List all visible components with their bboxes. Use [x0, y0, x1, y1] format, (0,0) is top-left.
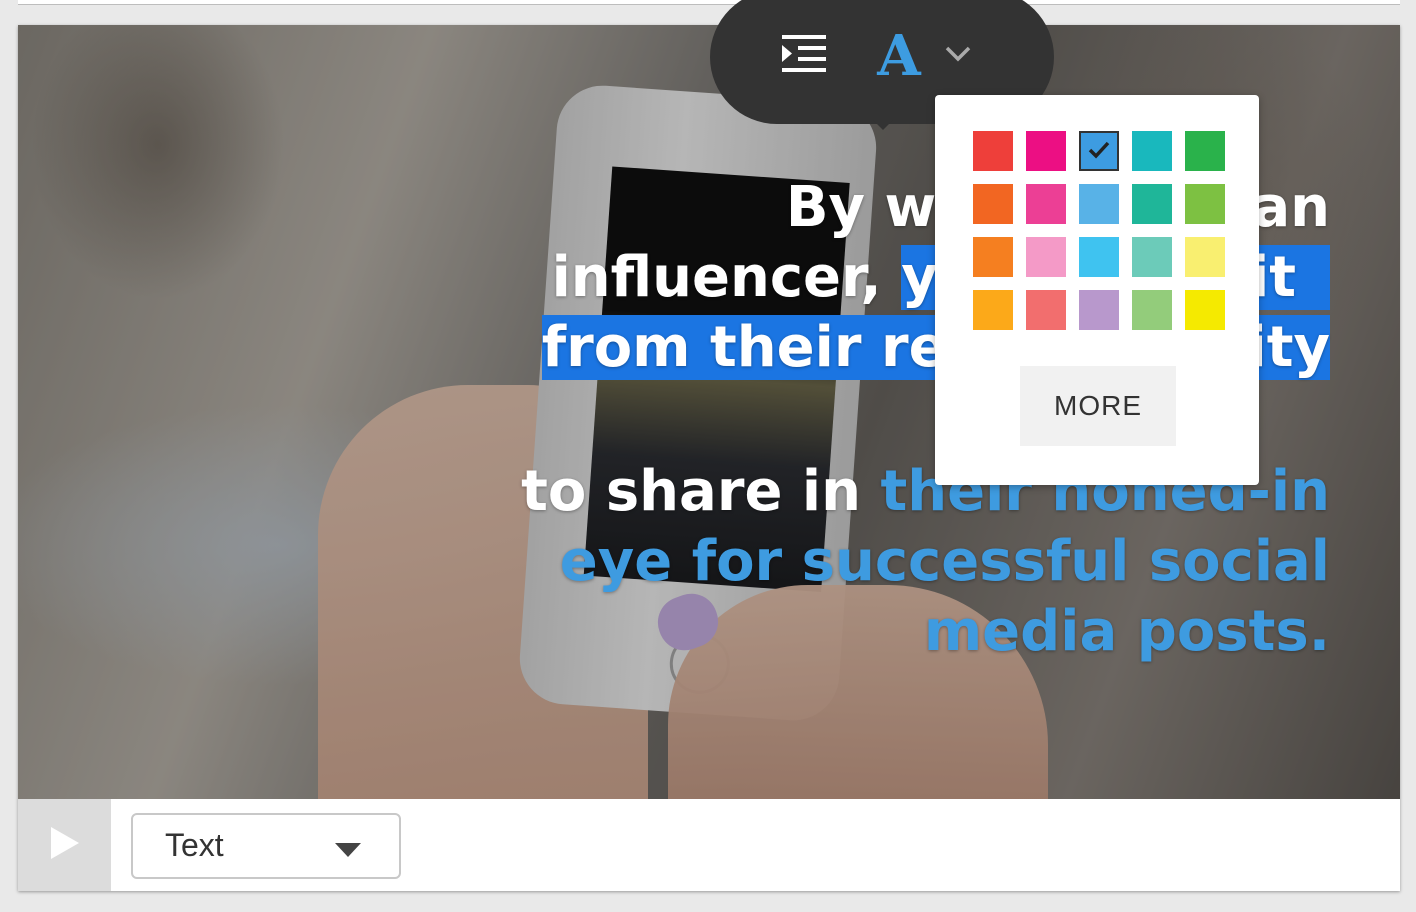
color-swatch[interactable] — [1079, 184, 1119, 224]
color-swatch[interactable] — [973, 184, 1013, 224]
color-swatch[interactable] — [1079, 131, 1119, 171]
element-type-value: Text — [165, 827, 224, 863]
indent-button[interactable] — [778, 28, 830, 84]
color-swatch[interactable] — [1026, 237, 1066, 277]
toolbar-pointer — [873, 120, 893, 130]
caption-line-5: eye for successful social — [559, 529, 1330, 594]
bottom-bar: Text — [18, 799, 1400, 891]
color-swatch[interactable] — [1132, 131, 1172, 171]
color-swatch-grid — [973, 131, 1225, 330]
font-color-button[interactable]: A — [872, 23, 926, 89]
color-swatch[interactable] — [1079, 290, 1119, 330]
more-colors-button[interactable]: MORE — [1020, 366, 1176, 446]
color-swatch[interactable] — [973, 237, 1013, 277]
color-swatch[interactable] — [1185, 184, 1225, 224]
play-button[interactable] — [18, 799, 111, 891]
caret-down-icon — [335, 843, 361, 857]
color-picker-popover: MORE — [935, 95, 1259, 485]
font-color-dropdown-button[interactable] — [938, 28, 978, 84]
font-color-icon: A — [877, 23, 921, 89]
color-swatch[interactable] — [1026, 184, 1066, 224]
color-swatch[interactable] — [1132, 184, 1172, 224]
color-swatch[interactable] — [973, 131, 1013, 171]
color-swatch[interactable] — [1026, 131, 1066, 171]
color-swatch[interactable] — [1185, 290, 1225, 330]
checkmark-icon — [1086, 137, 1112, 167]
previous-card-edge — [18, 0, 1400, 5]
element-type-select[interactable]: Text — [131, 813, 401, 879]
color-swatch[interactable] — [1185, 237, 1225, 277]
caption-line-6: media posts. — [923, 599, 1330, 664]
color-swatch[interactable] — [1132, 237, 1172, 277]
color-swatch[interactable] — [1026, 290, 1066, 330]
chevron-down-icon — [945, 46, 971, 66]
play-icon — [50, 827, 79, 863]
indent-icon — [782, 35, 826, 77]
color-swatch[interactable] — [1185, 131, 1225, 171]
color-swatch[interactable] — [1132, 290, 1172, 330]
color-swatch[interactable] — [1079, 237, 1119, 277]
color-swatch[interactable] — [973, 290, 1013, 330]
